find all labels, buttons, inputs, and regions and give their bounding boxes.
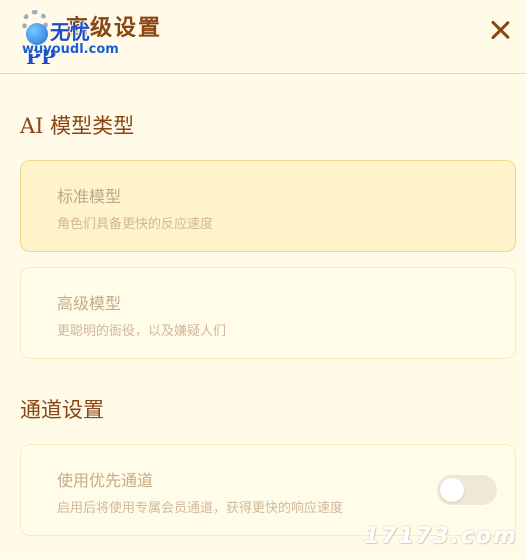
model-option-title: 标准模型 [57,187,122,206]
model-option-desc: 角色们具备更快的反应速度 [57,217,214,232]
priority-channel-card: 使用优先通道 启用后将使用专属会员通道，获得更快的响应速度 [20,444,516,536]
priority-channel-toggle[interactable] [437,475,497,505]
model-section-title: AI 模型类型 [20,114,135,138]
close-icon[interactable] [486,16,514,44]
toggle-knob [440,478,464,502]
channel-section-title: 通道设置 [20,398,104,422]
model-option-desc: 更聪明的衙役，以及嫌疑人们 [57,324,227,339]
model-option-title: 高级模型 [57,294,122,313]
priority-channel-title: 使用优先通道 [57,471,154,490]
dialog-header: 高级设置 无忧PP wuyoudl.com [0,0,526,74]
model-option-advanced[interactable]: 高级模型 更聪明的衙役，以及嫌疑人们 [20,267,516,359]
corner-watermark: 17173.com [364,524,518,549]
watermark-url: wuyoudl.com [22,42,119,57]
priority-channel-desc: 启用后将使用专属会员通道，获得更快的响应速度 [57,501,344,516]
watermark-logo: 无忧PP [26,16,118,69]
model-option-standard[interactable]: 标准模型 角色们具备更快的反应速度 [20,160,516,252]
